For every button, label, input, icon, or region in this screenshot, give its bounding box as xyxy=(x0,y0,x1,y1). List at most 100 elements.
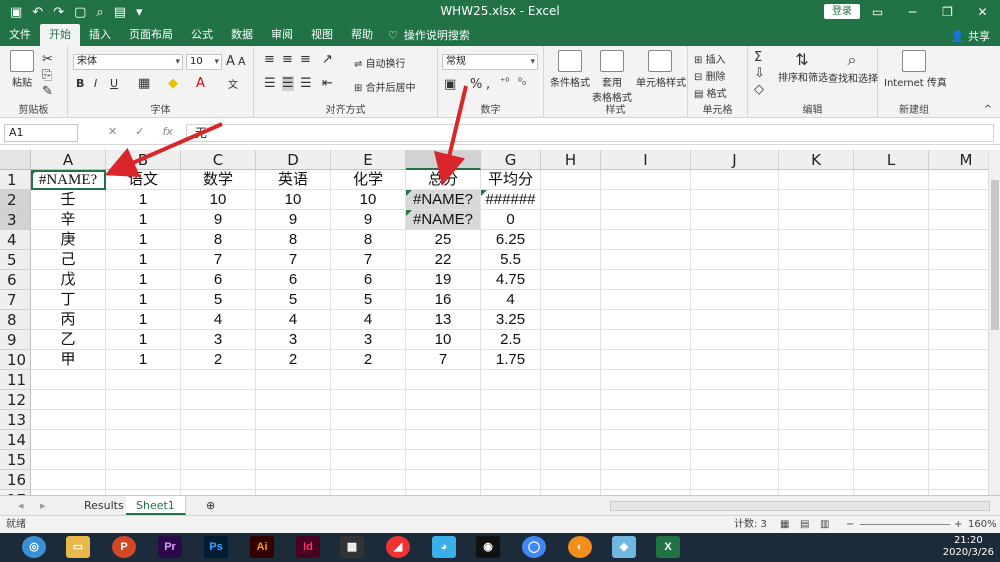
cell-k1[interactable] xyxy=(779,170,854,190)
cell-j9[interactable] xyxy=(691,330,779,350)
cell-j10[interactable] xyxy=(691,350,779,370)
cell-a14[interactable] xyxy=(31,430,106,450)
cell-i1[interactable] xyxy=(601,170,691,190)
cell-h6[interactable] xyxy=(541,270,601,290)
cell-g10[interactable]: 1.75 xyxy=(481,350,541,370)
cell-e5[interactable]: 7 xyxy=(331,250,406,270)
new-file-icon[interactable]: ▢ xyxy=(74,5,86,20)
cell-c3[interactable]: 9 xyxy=(181,210,256,230)
cell-e4[interactable]: 8 xyxy=(331,230,406,250)
cell-i15[interactable] xyxy=(601,450,691,470)
cell-c8[interactable]: 4 xyxy=(181,310,256,330)
comma-icon[interactable]: , xyxy=(486,77,490,92)
tab-file[interactable]: 文件 xyxy=(0,24,40,46)
decrease-font-icon[interactable]: A xyxy=(238,55,246,68)
column-header-c[interactable]: C xyxy=(181,150,256,170)
formula-input[interactable]: 无 xyxy=(186,124,994,142)
column-header-b[interactable]: B xyxy=(106,150,181,170)
cell-c5[interactable]: 7 xyxy=(181,250,256,270)
cell-k6[interactable] xyxy=(779,270,854,290)
paste-button[interactable]: 粘贴 xyxy=(8,50,36,89)
cell-a2[interactable]: 壬 xyxy=(31,190,106,210)
cell-c4[interactable]: 8 xyxy=(181,230,256,250)
row-header[interactable]: 11 xyxy=(0,370,31,390)
cell-j1[interactable] xyxy=(691,170,779,190)
format-cells-button[interactable]: ▤ 格式 xyxy=(694,85,727,100)
column-header-e[interactable]: E xyxy=(331,150,406,170)
cell-f12[interactable] xyxy=(406,390,481,410)
cell-a8[interactable]: 丙 xyxy=(31,310,106,330)
horizontal-scrollbar[interactable] xyxy=(610,501,990,511)
tab-insert[interactable]: 插入 xyxy=(80,24,120,46)
tab-home[interactable]: 开始 xyxy=(40,24,80,46)
cell-k15[interactable] xyxy=(779,450,854,470)
cell-l2[interactable] xyxy=(854,190,929,210)
cell-a9[interactable]: 乙 xyxy=(31,330,106,350)
cell-k4[interactable] xyxy=(779,230,854,250)
cell-k8[interactable] xyxy=(779,310,854,330)
cell-a7[interactable]: 丁 xyxy=(31,290,106,310)
cut-icon[interactable]: ✂ xyxy=(42,52,53,67)
share-button[interactable]: 👤 共享 xyxy=(951,28,990,44)
cell-k10[interactable] xyxy=(779,350,854,370)
next-sheet-icon[interactable]: ▸ xyxy=(30,496,56,515)
cell-e3[interactable]: 9 xyxy=(331,210,406,230)
cell-f6[interactable]: 19 xyxy=(406,270,481,290)
cell-c13[interactable] xyxy=(181,410,256,430)
cell-h14[interactable] xyxy=(541,430,601,450)
column-header-j[interactable]: J xyxy=(691,150,779,170)
cell-d6[interactable]: 6 xyxy=(256,270,331,290)
font-color-icon[interactable]: A xyxy=(196,76,205,91)
cell-b11[interactable] xyxy=(106,370,181,390)
cell-k5[interactable] xyxy=(779,250,854,270)
font-size-select[interactable]: 10 xyxy=(186,54,222,70)
cell-k13[interactable] xyxy=(779,410,854,430)
currency-icon[interactable]: ▣ xyxy=(444,77,456,92)
cell-a11[interactable] xyxy=(31,370,106,390)
cell-h11[interactable] xyxy=(541,370,601,390)
cell-h7[interactable] xyxy=(541,290,601,310)
row-header[interactable]: 4 xyxy=(0,230,31,250)
cell-b10[interactable]: 1 xyxy=(106,350,181,370)
cell-h12[interactable] xyxy=(541,390,601,410)
conditional-format-button[interactable]: 条件格式 xyxy=(550,50,590,89)
increase-decimal-icon[interactable]: ⁺⁰ xyxy=(500,77,509,88)
cell-e2[interactable]: 10 xyxy=(331,190,406,210)
row-header[interactable]: 1 xyxy=(0,170,31,190)
row-header[interactable]: 2 xyxy=(0,190,31,210)
row-header[interactable]: 6 xyxy=(0,270,31,290)
cell-f7[interactable]: 16 xyxy=(406,290,481,310)
copy-icon[interactable]: ⎘ xyxy=(42,68,52,83)
cell-d14[interactable] xyxy=(256,430,331,450)
cell-i5[interactable] xyxy=(601,250,691,270)
indesign-icon[interactable]: Id xyxy=(296,536,320,558)
cell-a16[interactable] xyxy=(31,470,106,490)
cell-d8[interactable]: 4 xyxy=(256,310,331,330)
cell-l10[interactable] xyxy=(854,350,929,370)
cell-g8[interactable]: 3.25 xyxy=(481,310,541,330)
cell-k12[interactable] xyxy=(779,390,854,410)
wrap-text-button[interactable]: ⇌ 自动换行 xyxy=(354,55,406,70)
column-header-l[interactable]: L xyxy=(854,150,929,170)
cell-j8[interactable] xyxy=(691,310,779,330)
cell-g12[interactable] xyxy=(481,390,541,410)
cell-i7[interactable] xyxy=(601,290,691,310)
cell-b5[interactable]: 1 xyxy=(106,250,181,270)
increase-font-icon[interactable]: A xyxy=(226,54,235,69)
cell-h15[interactable] xyxy=(541,450,601,470)
find-select-button[interactable]: ⌕ 查找和选择 xyxy=(828,50,878,85)
browser-icon[interactable]: ◐ xyxy=(568,536,592,558)
cell-h13[interactable] xyxy=(541,410,601,430)
print-preview-icon[interactable]: ⌕ xyxy=(96,5,103,20)
cell-c15[interactable] xyxy=(181,450,256,470)
cell-f13[interactable] xyxy=(406,410,481,430)
cell-h4[interactable] xyxy=(541,230,601,250)
cell-d13[interactable] xyxy=(256,410,331,430)
normal-view-icon[interactable]: ▦ xyxy=(780,516,789,534)
cell-i13[interactable] xyxy=(601,410,691,430)
cell-g5[interactable]: 5.5 xyxy=(481,250,541,270)
fill-icon[interactable]: ⇩ xyxy=(754,66,765,81)
cell-e7[interactable]: 5 xyxy=(331,290,406,310)
cell-j15[interactable] xyxy=(691,450,779,470)
tab-view[interactable]: 视图 xyxy=(302,24,342,46)
